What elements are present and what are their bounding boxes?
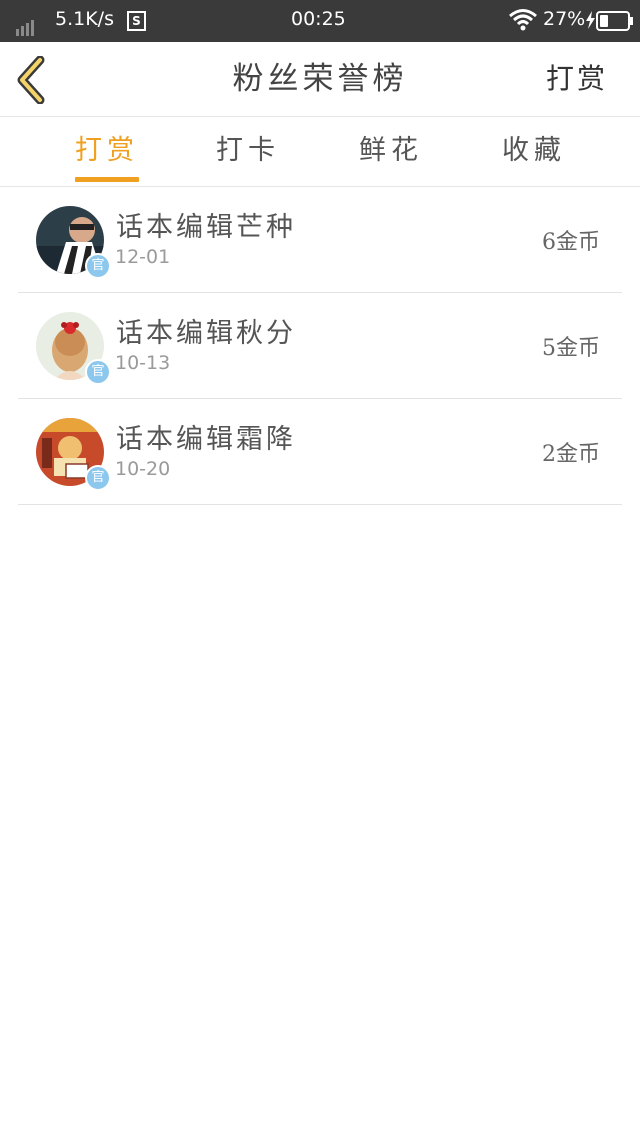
page-title: 粉丝荣誉榜: [232, 61, 408, 97]
active-tab-indicator: [75, 177, 139, 182]
fan-list: 官 话本编辑芒种 12-01 6金币 官 话本编辑秋分 10-13 5金币 官 …: [18, 187, 622, 505]
tab-reward[interactable]: 打赏: [27, 117, 187, 186]
back-button[interactable]: [14, 55, 54, 105]
fan-name: 话本编辑芒种: [116, 212, 296, 243]
s-app-icon: S: [127, 11, 146, 31]
reward-amount: 2金币: [542, 442, 600, 467]
header: 粉丝荣誉榜 打赏: [0, 42, 640, 117]
list-item[interactable]: 官 话本编辑秋分 10-13 5金币: [18, 293, 622, 399]
fan-name: 话本编辑秋分: [116, 318, 296, 349]
tab-flowers[interactable]: 鲜花: [311, 117, 471, 186]
wifi-icon: [508, 8, 538, 37]
reward-date: 10-20: [115, 458, 171, 480]
clock: 00:25: [291, 8, 346, 30]
list-item[interactable]: 官 话本编辑芒种 12-01 6金币: [18, 187, 622, 293]
tab-favorites[interactable]: 收藏: [454, 117, 614, 186]
battery-icon: [596, 11, 633, 31]
reward-amount: 6金币: [542, 230, 600, 255]
list-item[interactable]: 官 话本编辑霜降 10-20 2金币: [18, 399, 622, 505]
reward-button[interactable]: 打赏: [546, 42, 608, 116]
network-speed: 5.1K/s: [55, 8, 114, 30]
reward-date: 10-13: [115, 352, 171, 374]
signal-icon: [16, 14, 36, 36]
tab-bar: 打赏 打卡 鲜花 收藏: [0, 117, 640, 187]
official-badge: 官: [85, 465, 111, 491]
official-badge: 官: [85, 359, 111, 385]
fan-name: 话本编辑霜降: [116, 424, 296, 455]
status-bar: 5.1K/s S 00:25 27%: [0, 0, 640, 42]
reward-date: 12-01: [115, 246, 171, 268]
chevron-left-icon: [17, 55, 45, 105]
battery-percent: 27%: [543, 8, 586, 30]
tab-checkin[interactable]: 打卡: [168, 117, 328, 186]
charging-icon: [586, 11, 595, 34]
reward-amount: 5金币: [542, 336, 600, 361]
official-badge: 官: [85, 253, 111, 279]
